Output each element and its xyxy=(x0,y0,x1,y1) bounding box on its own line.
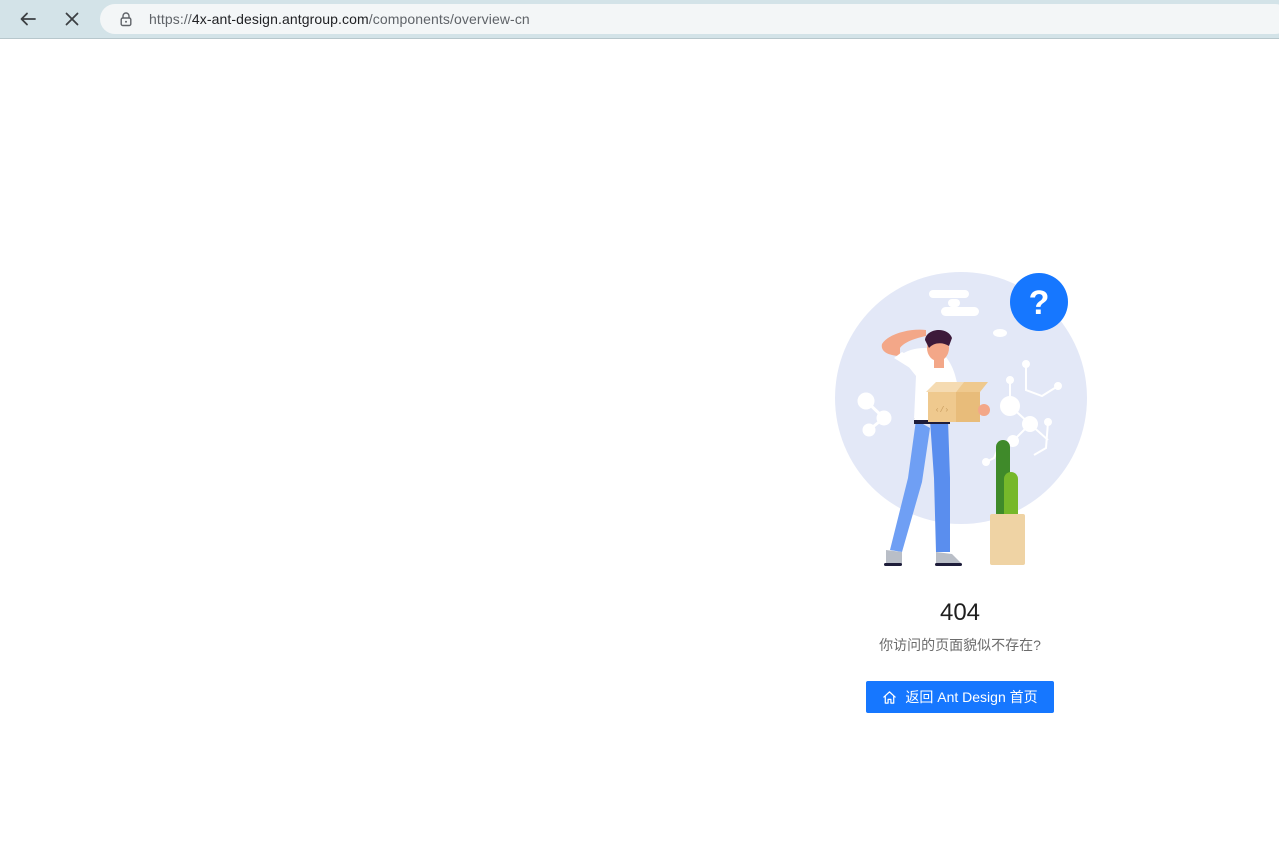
stop-loading-button[interactable] xyxy=(59,6,85,32)
back-home-button[interactable]: 返回 Ant Design 首页 xyxy=(866,681,1054,713)
svg-text:‹/›: ‹/› xyxy=(935,406,949,415)
status-code: 404 xyxy=(939,599,981,626)
back-home-label: 返回 Ant Design 首页 xyxy=(905,689,1038,705)
back-arrow-icon xyxy=(20,12,36,26)
question-mark: ? xyxy=(1029,284,1050,322)
address-bar[interactable]: https://4x-ant-design.antgroup.com/compo… xyxy=(100,4,1279,34)
not-found-message: 你访问的页面貌似不存在? xyxy=(879,637,1041,653)
close-icon xyxy=(65,12,79,26)
question-badge-icon: ? xyxy=(1010,273,1068,331)
url-path: /components/overview-cn xyxy=(368,11,530,27)
lock-icon xyxy=(120,12,132,27)
url-scheme: https:// xyxy=(149,11,192,27)
browser-toolbar: https://4x-ant-design.antgroup.com/compo… xyxy=(0,0,1279,39)
back-button[interactable] xyxy=(15,6,41,32)
not-found-illustration: ? ‹/› xyxy=(835,272,1087,566)
url-text: https://4x-ant-design.antgroup.com/compo… xyxy=(149,11,530,27)
url-host: 4x-ant-design.antgroup.com xyxy=(191,11,369,27)
home-icon xyxy=(882,690,897,705)
